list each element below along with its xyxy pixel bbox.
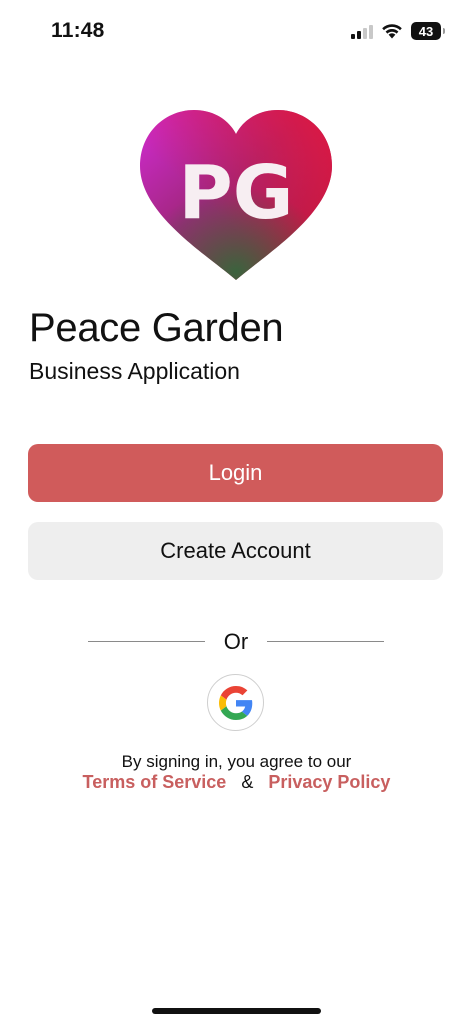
- legal-links: Terms of Service & Privacy Policy: [0, 772, 473, 793]
- terms-of-service-link[interactable]: Terms of Service: [83, 772, 227, 792]
- or-divider: Or: [88, 628, 384, 656]
- login-button[interactable]: Login: [28, 444, 443, 502]
- legal-notice: By signing in, you agree to our: [121, 752, 352, 771]
- app-title: Peace Garden: [29, 306, 284, 350]
- app-subtitle: Business Application: [29, 358, 240, 384]
- status-icons: 43: [351, 22, 445, 40]
- peace-garden-logo: PG: [140, 110, 332, 280]
- battery-icon: 43: [411, 22, 445, 40]
- login-screen: 11:48 43 PG Peace Garden Business Applic…: [0, 0, 473, 1024]
- legal-separator: &: [241, 772, 254, 792]
- status-bar: 11:48 43: [0, 0, 473, 62]
- status-time: 11:48: [51, 19, 105, 42]
- home-indicator: [152, 1008, 321, 1014]
- wifi-icon: [382, 24, 402, 39]
- google-sign-in-button[interactable]: [207, 674, 264, 731]
- google-icon: [218, 685, 252, 720]
- divider-line-right: [267, 641, 384, 642]
- privacy-policy-link[interactable]: Privacy Policy: [268, 772, 390, 792]
- create-account-button[interactable]: Create Account: [28, 522, 443, 580]
- logo-letters: PG: [179, 150, 294, 236]
- cellular-signal-icon: [351, 23, 373, 39]
- divider-text: Or: [223, 629, 249, 654]
- battery-level: 43: [418, 23, 434, 39]
